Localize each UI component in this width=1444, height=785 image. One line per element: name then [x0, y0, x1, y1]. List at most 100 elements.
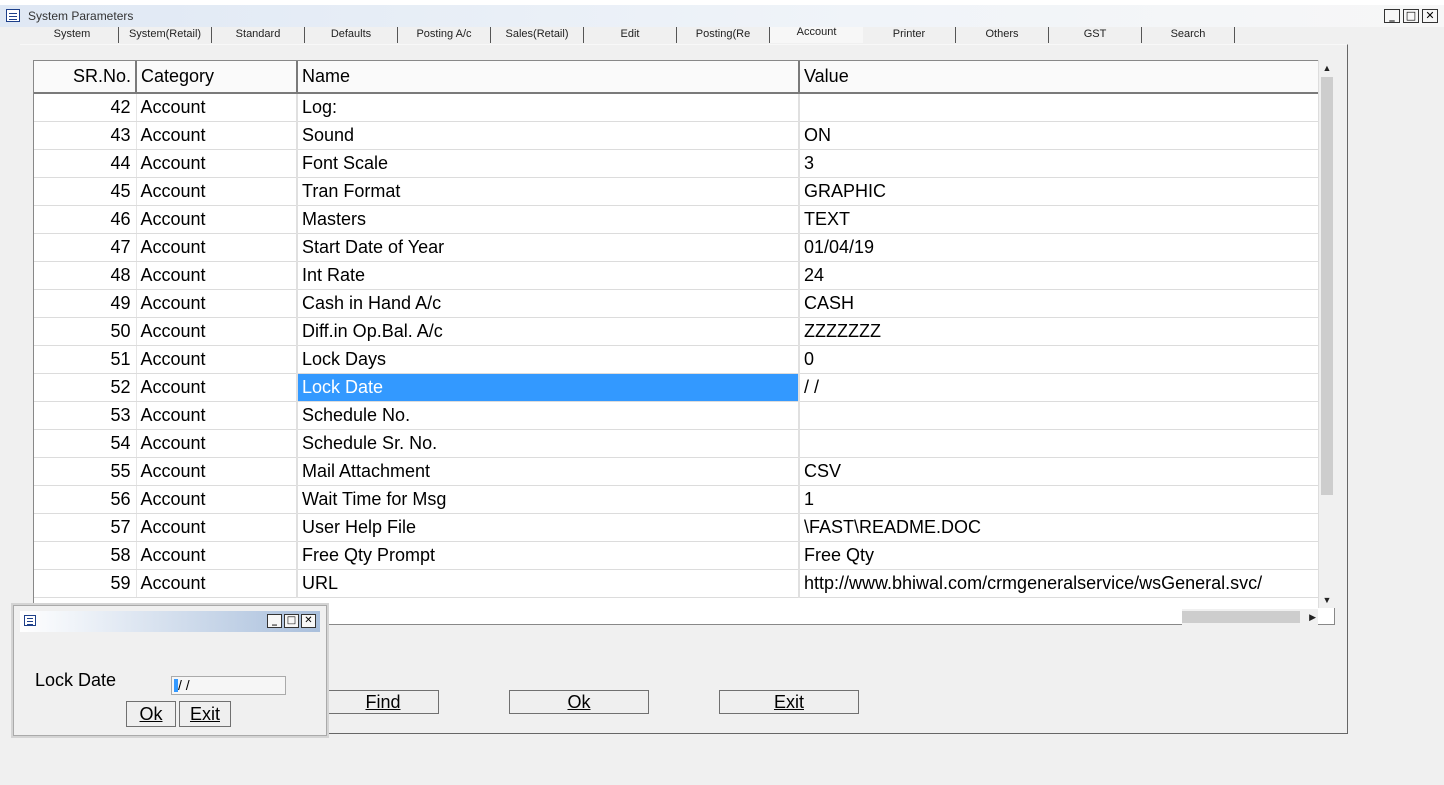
cell-sr[interactable]: 48: [34, 261, 137, 290]
horizontal-scrollbar[interactable]: ▶: [1182, 609, 1318, 625]
cell-value[interactable]: ON: [799, 121, 1320, 150]
cell-sr[interactable]: 51: [34, 345, 137, 374]
cell-value[interactable]: 01/04/19: [799, 233, 1320, 262]
cell-sr[interactable]: 58: [34, 541, 137, 570]
table-row[interactable]: 53 Account Schedule No.: [34, 401, 1320, 430]
tab-others[interactable]: Others: [956, 27, 1049, 43]
tab-system-retail[interactable]: System(Retail): [119, 27, 212, 43]
tab-posting-retail[interactable]: Posting(Re: [677, 27, 770, 43]
column-header-value[interactable]: Value: [799, 61, 1320, 94]
cell-sr[interactable]: 55: [34, 457, 137, 486]
table-row[interactable]: 54 Account Schedule Sr. No.: [34, 429, 1320, 458]
tab-search[interactable]: Search: [1142, 27, 1235, 43]
cell-value[interactable]: \FAST\README.DOC: [799, 513, 1320, 542]
cell-category[interactable]: Account: [136, 429, 298, 458]
table-row[interactable]: 49 Account Cash in Hand A/c CASH: [34, 289, 1320, 318]
cell-category[interactable]: Account: [136, 373, 298, 402]
tab-standard[interactable]: Standard: [212, 27, 305, 43]
cell-sr[interactable]: 47: [34, 233, 137, 262]
cell-value[interactable]: TEXT: [799, 205, 1320, 234]
dialog-maximize-icon[interactable]: □: [284, 614, 299, 628]
table-row[interactable]: 50 Account Diff.in Op.Bal. A/c ZZZZZZZ: [34, 317, 1320, 346]
cell-sr[interactable]: 45: [34, 177, 137, 206]
cell-category[interactable]: Account: [136, 513, 298, 542]
tab-system[interactable]: System: [26, 27, 119, 43]
cell-sr[interactable]: 42: [34, 93, 137, 122]
cell-value[interactable]: GRAPHIC: [799, 177, 1320, 206]
cell-value[interactable]: 24: [799, 261, 1320, 290]
table-row[interactable]: 59 Account URL http://www.bhiwal.com/crmgen…: [34, 569, 1320, 598]
table-row[interactable]: 46 Account Masters TEXT: [34, 205, 1320, 234]
cell-sr[interactable]: 44: [34, 149, 137, 178]
close-icon[interactable]: ✕: [1422, 9, 1438, 23]
cell-value[interactable]: 0: [799, 345, 1320, 374]
cell-category[interactable]: Account: [136, 233, 298, 262]
cell-value[interactable]: 1: [799, 485, 1320, 514]
table-row[interactable]: 56 Account Wait Time for Msg 1: [34, 485, 1320, 514]
cell-category[interactable]: Account: [136, 93, 298, 122]
cell-category[interactable]: Account: [136, 205, 298, 234]
dialog-menu-icon[interactable]: [24, 615, 36, 626]
cell-value[interactable]: Free Qty: [799, 541, 1320, 570]
cell-sr[interactable]: 43: [34, 121, 137, 150]
cell-name[interactable]: URL: [297, 569, 800, 598]
cell-name[interactable]: Log:: [297, 93, 800, 122]
cell-category[interactable]: Account: [136, 541, 298, 570]
table-row[interactable]: 43 Account Sound ON: [34, 121, 1320, 150]
cell-category[interactable]: Account: [136, 457, 298, 486]
cell-name[interactable]: Cash in Hand A/c: [297, 289, 800, 318]
cell-category[interactable]: Account: [136, 569, 298, 598]
column-header-name[interactable]: Name: [297, 61, 800, 94]
lock-date-input[interactable]: / /: [171, 676, 286, 695]
cell-name[interactable]: Diff.in Op.Bal. A/c: [297, 317, 800, 346]
dialog-close-icon[interactable]: ✕: [301, 614, 316, 628]
tab-account[interactable]: Account: [770, 27, 863, 43]
table-row[interactable]: 52 Account Lock Date / /: [34, 373, 1320, 402]
vertical-scrollbar[interactable]: ▲ ▼: [1318, 60, 1335, 608]
cell-sr[interactable]: 53: [34, 401, 137, 430]
cell-sr[interactable]: 54: [34, 429, 137, 458]
exit-button[interactable]: Exit: [719, 690, 859, 714]
table-row[interactable]: 55 Account Mail Attachment CSV: [34, 457, 1320, 486]
cell-name[interactable]: Masters: [297, 205, 800, 234]
cell-name[interactable]: Int Rate: [297, 261, 800, 290]
horizontal-scroll-thumb[interactable]: [1182, 611, 1300, 623]
maximize-icon[interactable]: □: [1403, 9, 1419, 23]
dialog-titlebar[interactable]: _ □ ✕: [20, 611, 320, 632]
table-row[interactable]: 51 Account Lock Days 0: [34, 345, 1320, 374]
tab-sales-retail[interactable]: Sales(Retail): [491, 27, 584, 43]
dialog-exit-button[interactable]: Exit: [179, 701, 231, 727]
cell-name[interactable]: Lock Date: [297, 373, 800, 402]
table-row[interactable]: 42 Account Log:: [34, 93, 1320, 122]
table-row[interactable]: 44 Account Font Scale 3: [34, 149, 1320, 178]
cell-value[interactable]: http://www.bhiwal.com/crmgeneralservice/…: [799, 569, 1320, 598]
tab-edit[interactable]: Edit: [584, 27, 677, 43]
cell-value[interactable]: [799, 93, 1320, 122]
cell-value[interactable]: [799, 429, 1320, 458]
cell-category[interactable]: Account: [136, 261, 298, 290]
table-row[interactable]: 57 Account User Help File \FAST\README.DOC: [34, 513, 1320, 542]
dialog-ok-button[interactable]: Ok: [126, 701, 176, 727]
cell-category[interactable]: Account: [136, 345, 298, 374]
cell-name[interactable]: Schedule Sr. No.: [297, 429, 800, 458]
cell-sr[interactable]: 56: [34, 485, 137, 514]
cell-name[interactable]: Mail Attachment: [297, 457, 800, 486]
cell-name[interactable]: Font Scale: [297, 149, 800, 178]
vertical-scroll-thumb[interactable]: [1321, 77, 1333, 495]
column-header-category[interactable]: Category: [136, 61, 298, 94]
cell-sr[interactable]: 57: [34, 513, 137, 542]
cell-category[interactable]: Account: [136, 317, 298, 346]
cell-name[interactable]: Wait Time for Msg: [297, 485, 800, 514]
table-row[interactable]: 47 Account Start Date of Year 01/04/19: [34, 233, 1320, 262]
tab-printer[interactable]: Printer: [863, 27, 956, 43]
column-header-sr[interactable]: SR.No.: [34, 61, 137, 94]
tab-gst[interactable]: GST: [1049, 27, 1142, 43]
cell-category[interactable]: Account: [136, 177, 298, 206]
minimize-icon[interactable]: _: [1384, 9, 1400, 23]
cell-name[interactable]: User Help File: [297, 513, 800, 542]
cell-sr[interactable]: 52: [34, 373, 137, 402]
cell-value[interactable]: 3: [799, 149, 1320, 178]
tab-defaults[interactable]: Defaults: [305, 27, 398, 43]
scroll-right-icon[interactable]: ▶: [1309, 609, 1316, 625]
cell-sr[interactable]: 46: [34, 205, 137, 234]
